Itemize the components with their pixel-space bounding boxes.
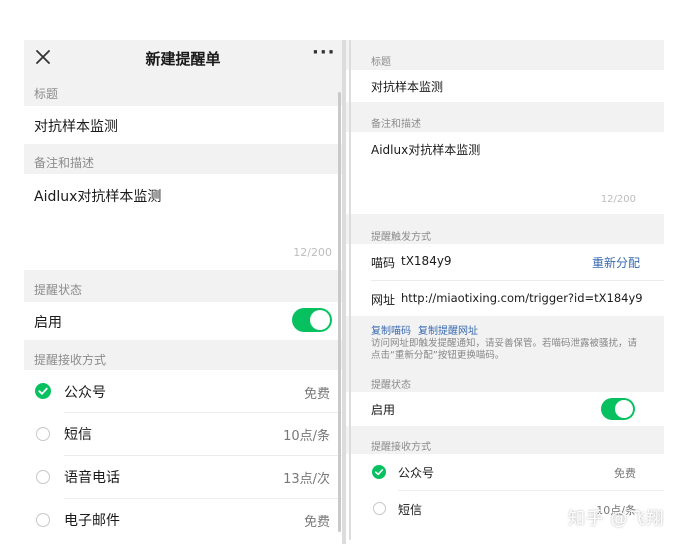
enable-label: 启用 xyxy=(371,403,396,417)
copy-url-link[interactable]: 复制提醒网址 xyxy=(418,322,478,337)
desc-value: Aidlux对抗样本监测 xyxy=(371,143,481,157)
more-icon[interactable]: ··· xyxy=(312,42,336,63)
trigger-note: 访问网址即触发提醒通知，请妥善保管。若喵码泄露被骚扰，请点击“重新分配”按钮更换… xyxy=(371,338,638,361)
method-name: 公众号 xyxy=(64,385,106,401)
radio-circle-icon xyxy=(36,513,50,527)
title-label: 标题 xyxy=(371,57,391,68)
title-label: 标题 xyxy=(34,87,59,101)
status-label: 提醒状态 xyxy=(371,380,411,391)
method-sms-row[interactable]: 短信 10点/条 xyxy=(24,413,342,455)
method-price: 免费 xyxy=(303,515,330,530)
scrollbar[interactable] xyxy=(349,40,351,540)
enable-toggle[interactable] xyxy=(601,398,635,420)
char-counter: 12/200 xyxy=(600,194,636,205)
header-bar: 新建提醒单 ··· xyxy=(24,40,342,74)
watermark: 知乎 @飞翔 xyxy=(568,509,665,529)
title-value: 对抗样本监测 xyxy=(371,80,444,94)
radio-circle-icon xyxy=(36,470,50,484)
status-label: 提醒状态 xyxy=(34,283,83,297)
desc-value: Aidlux对抗样本监测 xyxy=(34,189,162,205)
method-price: 10点/条 xyxy=(283,429,330,444)
method-voice-row[interactable]: 语音电话 13点/次 xyxy=(24,456,342,498)
desc-label: 备注和描述 xyxy=(34,156,95,170)
method-price: 免费 xyxy=(303,387,330,402)
page-title: 新建提醒单 xyxy=(145,50,221,68)
char-counter: 12/200 xyxy=(293,246,332,259)
trigger-box: 喵码 tX184y9 重新分配 网址 http://miaotixing.com… xyxy=(346,244,664,316)
desc-field[interactable]: Aidlux对抗样本监测 12/200 xyxy=(346,132,664,214)
method-name: 公众号 xyxy=(398,466,435,480)
enable-row: 启用 xyxy=(24,302,342,340)
receive-methods-list: 公众号 免费 短信 10点/条 xyxy=(346,454,664,544)
reassign-button[interactable]: 重新分配 xyxy=(592,254,640,271)
method-name: 短信 xyxy=(64,427,92,443)
title-value: 对抗样本监测 xyxy=(34,119,118,135)
divider xyxy=(371,280,664,281)
enable-toggle[interactable] xyxy=(292,308,332,332)
method-wechat-row[interactable]: 公众号 免费 xyxy=(346,454,664,490)
code-value: tX184y9 xyxy=(401,254,452,268)
method-name: 电子邮件 xyxy=(64,513,120,529)
desc-field[interactable]: Aidlux对抗样本监测 12/200 xyxy=(24,174,342,270)
enable-label: 启用 xyxy=(34,315,62,331)
radio-circle-icon xyxy=(36,427,50,441)
right-screen: 标题 对抗样本监测 备注和描述 Aidlux对抗样本监测 12/200 提醒触发… xyxy=(346,40,664,544)
method-price: 免费 xyxy=(614,467,636,480)
code-label: 喵码 xyxy=(371,256,396,270)
check-circle-icon xyxy=(35,383,51,399)
copy-code-link[interactable]: 复制喵码 xyxy=(371,322,411,337)
left-screen: 新建提醒单 ··· 标题 对抗样本监测 备注和描述 Aidlux对抗样本监测 1… xyxy=(24,40,342,544)
url-label: 网址 xyxy=(371,293,396,307)
method-email-row[interactable]: 电子邮件 免费 xyxy=(24,499,342,541)
method-wechat-row[interactable]: 公众号 免费 xyxy=(24,370,342,412)
receive-label: 提醒接收方式 xyxy=(371,442,431,453)
title-field[interactable]: 对抗样本监测 xyxy=(24,106,342,144)
method-name: 短信 xyxy=(398,503,423,517)
method-name: 语音电话 xyxy=(64,470,120,486)
enable-row: 启用 xyxy=(346,392,664,426)
radio-circle-icon xyxy=(373,502,386,515)
url-value: http://miaotixing.com/trigger?id=tX184y9 xyxy=(401,291,643,305)
desc-label: 备注和描述 xyxy=(371,119,421,130)
method-price: 13点/次 xyxy=(283,472,330,487)
scrollbar[interactable] xyxy=(338,92,341,532)
receive-label: 提醒接收方式 xyxy=(34,353,107,367)
title-field[interactable]: 对抗样本监测 xyxy=(346,70,664,102)
check-circle-icon xyxy=(372,465,386,479)
trigger-label: 提醒触发方式 xyxy=(371,232,431,243)
receive-methods-list: 公众号 免费 短信 10点/条 语音电话 13点/次 电子邮件 免费 xyxy=(24,370,342,544)
